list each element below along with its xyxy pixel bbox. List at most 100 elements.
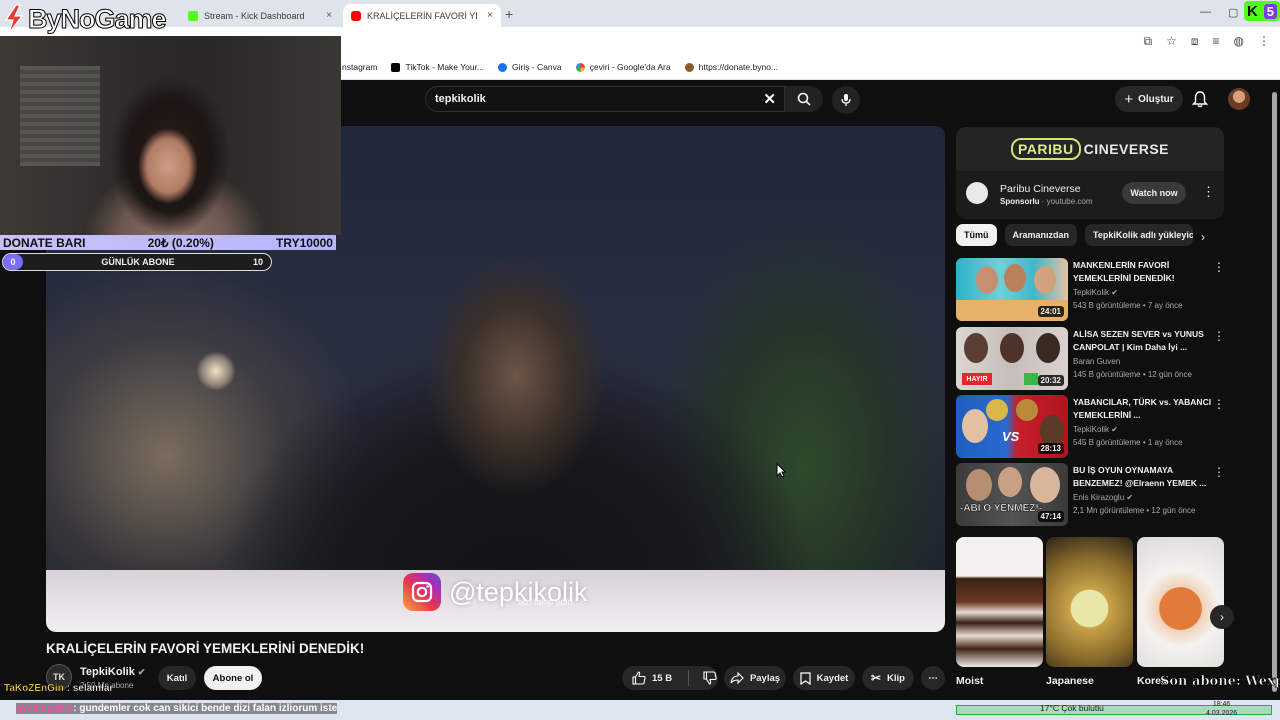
more-options-icon[interactable]: ⋮: [1202, 184, 1215, 200]
bookmark-icon: [800, 671, 811, 685]
thumbs-up-icon: [632, 671, 646, 685]
subscribe-button[interactable]: Abone ol: [204, 666, 262, 690]
short-thumbnail[interactable]: [1046, 537, 1133, 667]
channel-name[interactable]: TepkiKolik ✔: [80, 666, 145, 678]
search-icon: [797, 92, 811, 106]
lamp-glow: [196, 351, 236, 391]
canva-icon: [498, 62, 508, 72]
chevron-right-icon[interactable]: ›: [1201, 230, 1205, 244]
rec-channel[interactable]: Enis Kirazoglu ✔: [1073, 493, 1133, 502]
extensions-icon[interactable]: ⧈: [1191, 34, 1199, 49]
rec-title[interactable]: MANKENLERİN FAVORİ YEMEKLERİNİ DENEDİK!: [1073, 259, 1213, 285]
youtube-favicon-icon: [351, 10, 361, 21]
list-item[interactable]: 24:01 MANKENLERİN FAVORİ YEMEKLERİNİ DEN…: [956, 258, 1236, 322]
more-options-icon[interactable]: ⋮: [1213, 329, 1225, 343]
watch-now-button[interactable]: Watch now: [1122, 182, 1186, 204]
more-actions-button[interactable]: ⋯: [921, 666, 945, 690]
watermark-subtitle: bizi takip edin: [518, 597, 573, 607]
profile-icon[interactable]: ◍: [1234, 34, 1244, 49]
chevron-right-icon[interactable]: ›: [1210, 605, 1234, 629]
video-thumbnail[interactable]: 24:01: [956, 258, 1068, 321]
more-options-icon[interactable]: ⋮: [1213, 397, 1225, 411]
list-item[interactable]: HAYIR 20:32 ALİSA SEZEN SEVER vs YUNUS C…: [956, 327, 1236, 391]
divider: [688, 670, 690, 686]
rec-channel[interactable]: TepkiKolik ✔: [1073, 288, 1118, 297]
rec-channel[interactable]: TepkiKolik ✔: [1073, 425, 1118, 434]
join-button[interactable]: Katıl: [158, 666, 196, 690]
ad-banner[interactable]: PARIBU CINEVERSE: [956, 127, 1224, 171]
rec-channel[interactable]: Baran Guven: [1073, 357, 1120, 366]
short-thumbnail[interactable]: [1137, 537, 1224, 667]
like-button[interactable]: 15 B: [632, 671, 672, 685]
list-item[interactable]: VS 28:13 YABANCILAR, TÜRK vs. YABANCI YE…: [956, 395, 1236, 459]
list-item[interactable]: -ABİ O YENMEZ!- 47:14 BU İŞ OYUN OYNAMAY…: [956, 463, 1236, 527]
donate-bar: DONATE BARI 20₺ (0.20%) TRY10000: [0, 235, 336, 250]
window-restore-icon[interactable]: ▢: [1228, 6, 1238, 19]
bookmark-canva[interactable]: Giriş - Canva: [498, 62, 562, 72]
page-scrollbar[interactable]: [1272, 92, 1277, 692]
taskbar-clock[interactable]: 18:46 4.03.2026: [1206, 700, 1237, 718]
video-thumbnail[interactable]: HAYIR 20:32: [956, 327, 1068, 390]
clear-search-icon[interactable]: ✕: [763, 90, 776, 108]
duration-badge: 20:32: [1037, 375, 1064, 386]
more-options-icon[interactable]: ⋮: [1213, 260, 1225, 274]
notifications-bell-icon[interactable]: [1192, 90, 1208, 108]
paribu-cineverse-logo: PARIBU CINEVERSE: [1010, 138, 1169, 160]
save-button[interactable]: Kaydet: [793, 666, 855, 690]
new-tab-button[interactable]: +: [505, 6, 513, 22]
window-blind: [20, 66, 100, 166]
account-avatar[interactable]: [1228, 88, 1250, 110]
chip-from-uploader[interactable]: TepkiKolik adlı yükleyici: [1085, 224, 1194, 246]
create-button[interactable]: + Oluştur: [1115, 86, 1183, 112]
taskbar-weather[interactable]: 17°C Çok bulutlu: [1040, 703, 1104, 713]
verified-icon: ✔: [1111, 288, 1118, 297]
bookmark-donate[interactable]: https://donate.byno...: [684, 62, 778, 72]
bookmark-tiktok[interactable]: TikTok - Make Your...: [391, 62, 484, 72]
search-input[interactable]: tepkikolik ✕: [425, 86, 785, 112]
voice-search-button[interactable]: [832, 86, 860, 114]
window-minimize-icon[interactable]: —: [1200, 6, 1211, 18]
thumbs-down-icon[interactable]: [703, 671, 717, 685]
donate-icon: [684, 62, 694, 72]
reading-list-icon[interactable]: ≡: [1213, 34, 1220, 49]
tab-close-icon[interactable]: ×: [487, 10, 493, 21]
short-title[interactable]: Moist: [956, 675, 983, 687]
advertiser-name: Paribu Cineverse: [1000, 183, 1081, 195]
bookmark-google[interactable]: çeviri - Google'da Ara: [575, 62, 671, 72]
duration-badge: 28:13: [1037, 443, 1064, 454]
rec-title[interactable]: YABANCILAR, TÜRK vs. YABANCI YEMEKLERİNİ…: [1073, 396, 1213, 422]
clip-button[interactable]: ✂ Klip: [862, 666, 914, 690]
chip-all[interactable]: Tümü: [956, 224, 997, 246]
sponsored-ad-card[interactable]: PARIBU CINEVERSE Paribu Cineverse Sponsor…: [956, 127, 1224, 219]
short-title[interactable]: Japanese: [1046, 675, 1094, 687]
tab-label: KRALİÇELERİN FAVORİ YEMEKL...: [367, 10, 477, 21]
verified-icon: ✔: [137, 667, 146, 677]
microphone-icon: [841, 94, 851, 106]
chat-message: aycicegimm: gundemler cok can sikici ben…: [16, 703, 338, 714]
verified-icon: ✔: [1126, 493, 1134, 502]
tab-close-icon[interactable]: ×: [326, 10, 332, 21]
rec-meta: 543 B görüntüleme • 7 ay önce: [1073, 301, 1183, 310]
tab-youtube-video[interactable]: KRALİÇELERİN FAVORİ YEMEKL... ×: [343, 4, 501, 27]
chip-from-search[interactable]: Aramanızdan: [1004, 224, 1078, 246]
more-options-icon[interactable]: ⋮: [1213, 465, 1225, 479]
cast-icon[interactable]: ⧉: [1144, 34, 1153, 49]
video-thumbnail[interactable]: VS 28:13: [956, 395, 1068, 458]
share-icon: [730, 672, 744, 684]
verified-icon: ✔: [1111, 425, 1118, 434]
like-dislike-group: 15 B: [622, 666, 718, 690]
share-button[interactable]: Paylaş: [724, 666, 786, 690]
browser-menu-icon[interactable]: ⋮: [1258, 34, 1270, 49]
bookmark-instagram[interactable]: nstagram: [342, 62, 377, 72]
video-thumbnail[interactable]: -ABİ O YENMEZ!- 47:14: [956, 463, 1068, 526]
address-bar-icons: ⧉ ☆ ⧈ ≡ ◍ ⋮: [1144, 34, 1270, 49]
search-button[interactable]: [785, 86, 823, 112]
daily-sub-goal: 0 GÜNLÜK ABONE 10: [2, 253, 272, 271]
tab-kick-dashboard[interactable]: Stream - Kick Dashboard ×: [180, 4, 340, 27]
instagram-icon: [403, 573, 441, 611]
rec-title[interactable]: BU İŞ OYUN OYNAMAYA BENZEMEZ! @Elraenn Y…: [1073, 464, 1213, 490]
rec-title[interactable]: ALİSA SEZEN SEVER vs YUNUS CANPOLAT | Ki…: [1073, 328, 1213, 354]
short-thumbnail[interactable]: [956, 537, 1043, 667]
rec-meta: 145 B görüntüleme • 12 gün önce: [1073, 370, 1192, 379]
bookmark-star-icon[interactable]: ☆: [1166, 34, 1177, 49]
